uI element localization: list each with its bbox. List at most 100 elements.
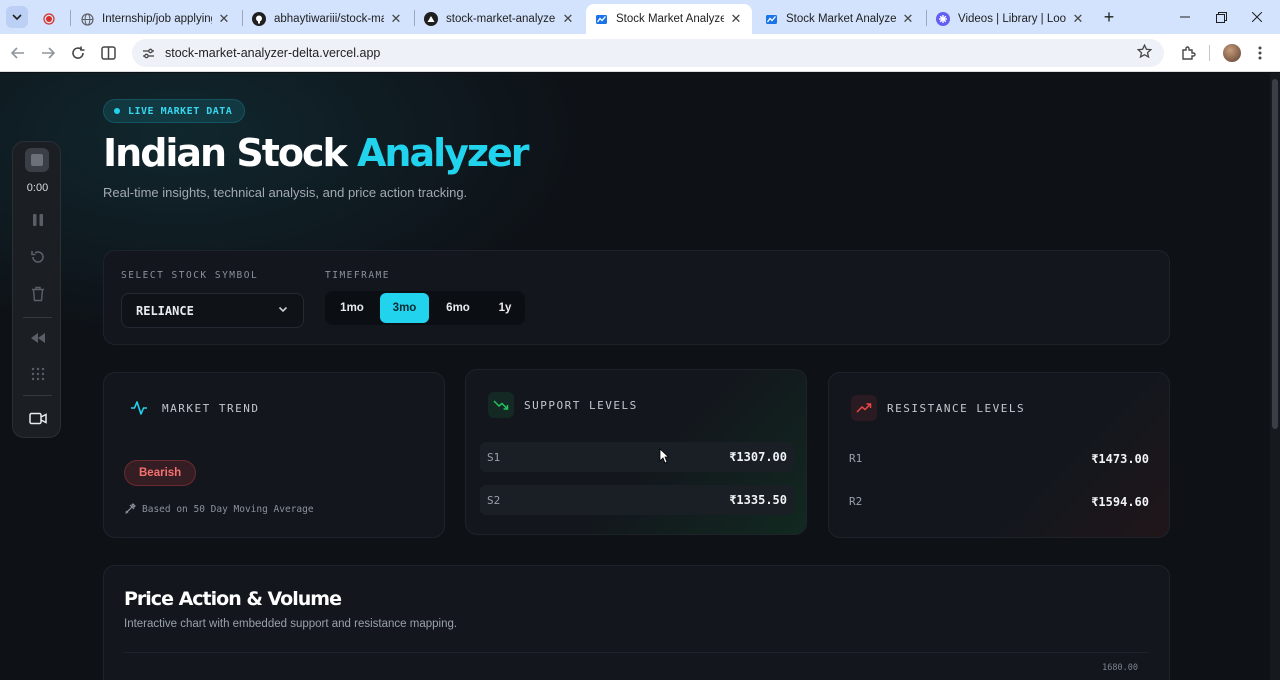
site-info-icon[interactable] xyxy=(140,45,156,61)
vercel-icon xyxy=(424,12,438,26)
address-bar[interactable]: stock-market-analyzer-delta.vercel.app xyxy=(132,39,1164,67)
support-levels-header: SUPPORT LEVELS xyxy=(488,392,638,418)
tab-recording[interactable] xyxy=(34,4,68,34)
resistance-levels-title: RESISTANCE LEVELS xyxy=(887,401,1026,415)
reload-icon[interactable] xyxy=(68,43,88,63)
timeframe-6mo-button[interactable]: 6mo xyxy=(436,293,480,323)
web-page: LIVE MARKET DATA Indian Stock Analyzer R… xyxy=(0,73,1270,680)
page-title: Indian Stock Analyzer xyxy=(103,131,530,175)
live-badge-text: LIVE MARKET DATA xyxy=(128,105,233,117)
page-scrollbar[interactable] xyxy=(1270,73,1280,680)
restart-icon[interactable] xyxy=(13,245,62,269)
bookmark-star-icon[interactable] xyxy=(1136,43,1153,63)
timeframe-3mo-button[interactable]: 3mo xyxy=(380,293,429,323)
price-action-panel: Price Action & Volume Interactive chart … xyxy=(103,565,1170,680)
live-market-badge: LIVE MARKET DATA xyxy=(103,99,246,123)
back-icon[interactable] xyxy=(8,43,28,63)
resistance-row-r2: R2 ₹1594.60 xyxy=(849,495,1149,509)
scrollbar-thumb[interactable] xyxy=(1272,79,1278,429)
loom-recorder-toolbar: 0:00 xyxy=(12,141,61,438)
close-window-icon[interactable] xyxy=(1244,6,1270,28)
side-panel-icon[interactable] xyxy=(98,43,118,63)
globe-icon xyxy=(80,12,94,26)
support-key: S2 xyxy=(487,493,501,507)
restore-icon[interactable] xyxy=(1208,6,1234,28)
minimize-icon[interactable] xyxy=(1172,6,1198,28)
tab-title: Stock Market Analyzer | F xyxy=(616,13,724,25)
browser-tab-bar: Internship/job applying a ✕ abhaytiwarii… xyxy=(0,0,1280,34)
tab-title: abhaytiwariii/stock-mark xyxy=(274,13,384,25)
extensions-icon[interactable] xyxy=(1178,43,1198,63)
resistance-levels-card: RESISTANCE LEVELS R1 ₹1473.00 R2 ₹1594.6… xyxy=(828,372,1170,538)
price-action-subtitle: Interactive chart with embedded support … xyxy=(124,618,458,630)
market-trend-card: MARKET TREND Bearish Based on 50 Day Mov… xyxy=(103,372,445,538)
tab-vercel[interactable]: stock-market-analyzer – ⁣ ✕ xyxy=(416,4,584,34)
tab-title: stock-market-analyzer – ⁣ xyxy=(446,13,556,25)
trend-status-badge: Bearish xyxy=(124,460,197,486)
price-action-title: Price Action & Volume xyxy=(124,588,342,610)
support-value: ₹1307.00 xyxy=(729,450,787,464)
chart-icon xyxy=(764,12,778,26)
profile-avatar[interactable] xyxy=(1223,44,1241,62)
title-main: Indian Stock xyxy=(103,131,358,175)
rewind-icon[interactable] xyxy=(13,326,62,350)
chart-icon xyxy=(594,12,608,26)
tab-stock-analyzer-2[interactable]: Stock Market Analyzer | F ✕ xyxy=(756,4,924,34)
ruler-pencil-icon xyxy=(124,503,136,515)
symbol-label: SELECT STOCK SYMBOL xyxy=(121,270,259,281)
new-tab-icon[interactable]: + xyxy=(1098,6,1120,28)
close-tab-icon[interactable]: ✕ xyxy=(560,11,576,27)
resistance-levels-header: RESISTANCE LEVELS xyxy=(851,395,1025,421)
close-tab-icon[interactable]: ✕ xyxy=(388,11,404,27)
market-trend-title: MARKET TREND xyxy=(162,401,260,415)
github-icon xyxy=(252,12,266,26)
market-trend-header: MARKET TREND xyxy=(126,395,259,421)
tab-github[interactable]: abhaytiwariii/stock-mark ✕ xyxy=(244,4,412,34)
loom-icon xyxy=(936,12,950,26)
tab-stock-analyzer-active[interactable]: Stock Market Analyzer | F ✕ xyxy=(586,4,752,34)
close-tab-icon[interactable]: ✕ xyxy=(728,11,744,27)
tab-internship[interactable]: Internship/job applying a ✕ xyxy=(72,4,240,34)
close-tab-icon[interactable]: ✕ xyxy=(900,11,916,27)
timeframe-toggle-group: 1mo 3mo 6mo 1y xyxy=(325,291,525,325)
timeframe-1y-button[interactable]: 1y xyxy=(487,293,523,323)
timeframe-1mo-button[interactable]: 1mo xyxy=(331,293,373,323)
controls-panel: SELECT STOCK SYMBOL RELIANCE TIMEFRAME 1… xyxy=(103,250,1170,345)
recording-dot-icon xyxy=(42,12,56,26)
tab-title: Stock Market Analyzer | F xyxy=(786,13,896,25)
toolbar-divider xyxy=(1209,45,1210,61)
resistance-key: R2 xyxy=(849,495,863,508)
title-accent: Analyzer xyxy=(357,131,530,175)
trending-down-icon xyxy=(488,392,514,418)
trash-icon[interactable] xyxy=(13,282,62,306)
pause-icon[interactable] xyxy=(13,208,62,232)
resistance-value: ₹1594.60 xyxy=(1091,495,1149,509)
forward-icon[interactable] xyxy=(38,43,58,63)
grid-dots-icon[interactable] xyxy=(13,362,62,386)
trend-note-text: Based on 50 Day Moving Average xyxy=(142,503,314,515)
price-chart[interactable]: 1680.00 xyxy=(124,652,1148,680)
stop-recording-button[interactable] xyxy=(25,148,49,172)
activity-pulse-icon xyxy=(126,395,152,421)
chevron-down-icon xyxy=(277,303,291,317)
close-tab-icon[interactable]: ✕ xyxy=(216,11,232,27)
tab-loom[interactable]: Videos | Library | Loom ✕ xyxy=(928,4,1094,34)
stock-symbol-select[interactable]: RELIANCE xyxy=(121,293,304,328)
symbol-value: RELIANCE xyxy=(136,303,194,318)
mouse-cursor-icon xyxy=(659,448,670,469)
recording-timer: 0:00 xyxy=(26,182,49,194)
tab-title: Internship/job applying a xyxy=(102,13,212,25)
trend-note: Based on 50 Day Moving Average xyxy=(124,503,314,515)
resistance-row-r1: R1 ₹1473.00 xyxy=(849,452,1149,466)
support-key: S1 xyxy=(487,450,501,464)
timeframe-label: TIMEFRAME xyxy=(325,270,390,281)
support-row-s2: S2 ₹1335.50 xyxy=(480,485,794,515)
page-subtitle: Real-time insights, technical analysis, … xyxy=(103,185,468,200)
support-levels-card: SUPPORT LEVELS S1 ₹1307.00 S2 ₹1335.50 xyxy=(465,369,807,535)
y-axis-tick-label: 1680.00 xyxy=(1102,663,1138,673)
close-tab-icon[interactable]: ✕ xyxy=(1070,11,1086,27)
menu-icon[interactable] xyxy=(1250,43,1270,63)
tab-search-icon[interactable] xyxy=(6,6,28,28)
camera-icon[interactable] xyxy=(13,406,62,430)
resistance-key: R1 xyxy=(849,452,863,465)
